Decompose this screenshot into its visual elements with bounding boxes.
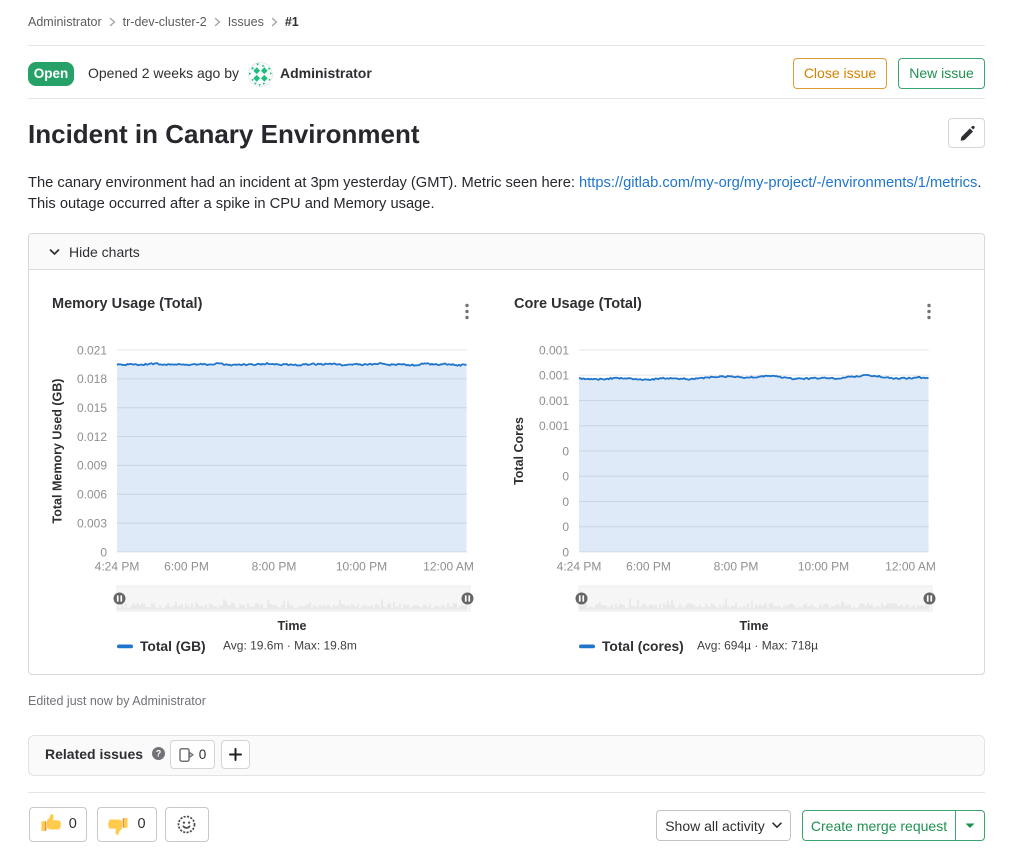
svg-text:Time: Time <box>740 619 769 633</box>
svg-text:0.001: 0.001 <box>539 369 569 383</box>
svg-text:12:00 AM: 12:00 AM <box>423 560 474 574</box>
svg-text:0.001: 0.001 <box>539 419 569 433</box>
svg-text:Time: Time <box>278 619 307 633</box>
svg-text:0: 0 <box>562 495 569 509</box>
svg-text:6:00 PM: 6:00 PM <box>164 560 209 574</box>
svg-text:0.001: 0.001 <box>539 343 569 357</box>
svg-text:8:00 PM: 8:00 PM <box>252 560 297 574</box>
svg-text:0.001: 0.001 <box>539 394 569 408</box>
svg-text:Avg: 694µ · Max: 718µ: Avg: 694µ · Max: 718µ <box>697 639 818 653</box>
svg-text:Total (cores): Total (cores) <box>602 639 684 654</box>
svg-text:0.006: 0.006 <box>77 488 107 502</box>
svg-text:Total Memory Used (GB): Total Memory Used (GB) <box>51 379 65 524</box>
svg-text:0: 0 <box>100 545 107 559</box>
svg-text:4:24 PM: 4:24 PM <box>557 560 602 574</box>
svg-text:0: 0 <box>562 470 569 484</box>
svg-text:?: ? <box>156 749 162 759</box>
svg-text:0: 0 <box>562 444 569 458</box>
svg-text:0.012: 0.012 <box>77 430 107 444</box>
svg-text:Total (GB): Total (GB) <box>140 639 206 654</box>
svg-text:10:00 PM: 10:00 PM <box>798 560 849 574</box>
svg-text:0.018: 0.018 <box>77 372 107 386</box>
svg-text:6:00 PM: 6:00 PM <box>626 560 671 574</box>
svg-text:0.003: 0.003 <box>77 516 107 530</box>
svg-text:Total Cores: Total Cores <box>512 417 526 485</box>
svg-text:0.009: 0.009 <box>77 459 107 473</box>
svg-text:0: 0 <box>562 545 569 559</box>
svg-text:10:00 PM: 10:00 PM <box>336 560 387 574</box>
svg-text:Avg: 19.6m · Max: 19.8m: Avg: 19.6m · Max: 19.8m <box>223 639 357 653</box>
svg-text:Core Usage (Total): Core Usage (Total) <box>514 296 642 312</box>
svg-text:8:00 PM: 8:00 PM <box>714 560 759 574</box>
svg-text:0: 0 <box>562 520 569 534</box>
svg-text:0.021: 0.021 <box>77 343 107 357</box>
svg-text:12:00 AM: 12:00 AM <box>885 560 936 574</box>
svg-text:Memory Usage (Total): Memory Usage (Total) <box>52 296 203 312</box>
svg-text:4:24 PM: 4:24 PM <box>95 560 140 574</box>
svg-text:0.015: 0.015 <box>77 401 107 415</box>
